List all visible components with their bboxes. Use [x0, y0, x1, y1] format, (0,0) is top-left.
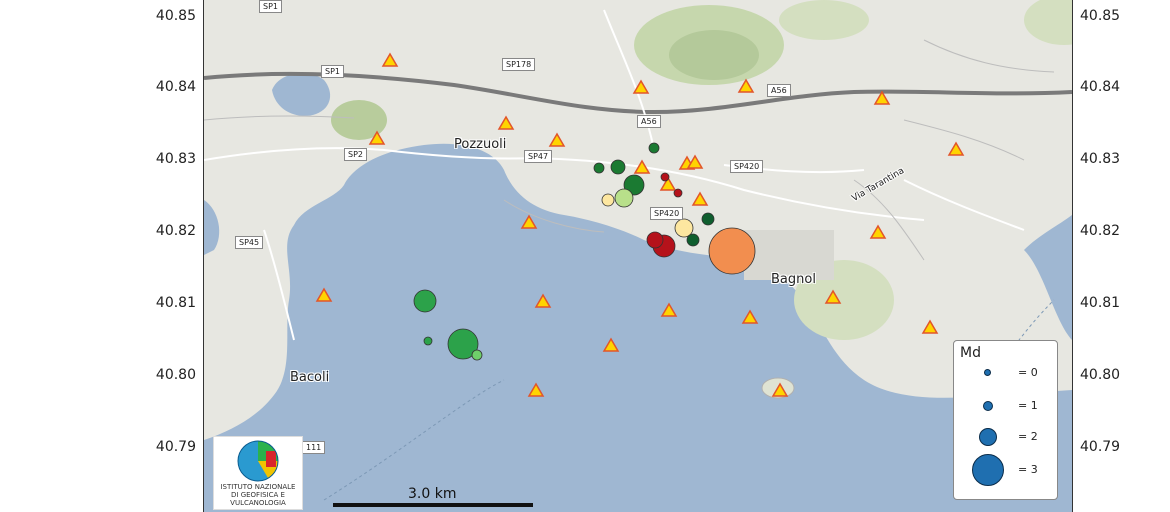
lat-tick-label: 40.84 — [155, 79, 196, 95]
lat-tick-label: 40.79 — [1080, 439, 1121, 455]
earthquake-marker[interactable] — [423, 336, 433, 346]
logo-text: ISTITUTO NAZIONALE DI GEOFISICA E VULCAN… — [220, 483, 296, 507]
legend-marker — [979, 428, 997, 446]
legend-label: = 0 — [1018, 366, 1038, 379]
road-label: SP1 — [259, 0, 282, 13]
place-label-pozzuoli: Pozzuoli — [454, 137, 507, 152]
earthquake-marker[interactable] — [648, 142, 660, 154]
legend-entry: = 3 — [954, 451, 1057, 491]
earthquake-marker[interactable] — [614, 188, 634, 208]
legend-marker — [984, 369, 991, 376]
lat-tick-label: 40.85 — [155, 8, 196, 24]
earthquake-marker[interactable] — [413, 289, 437, 313]
legend-label: = 1 — [1018, 399, 1038, 412]
earthquake-marker[interactable] — [660, 172, 670, 182]
earthquake-marker[interactable] — [646, 231, 664, 249]
legend-marker — [972, 454, 1004, 486]
lat-tick-label: 40.84 — [1080, 79, 1121, 95]
earthquake-marker[interactable] — [673, 188, 683, 198]
earthquake-marker[interactable] — [471, 349, 483, 361]
lat-tick-label: 40.80 — [155, 367, 196, 383]
earthquake-marker[interactable] — [593, 162, 605, 174]
lat-tick-label: 40.80 — [1080, 367, 1121, 383]
legend-entry: = 0 — [954, 363, 1057, 383]
lat-tick-label: 40.82 — [1080, 223, 1121, 239]
legend-title: Md — [960, 345, 981, 361]
earthquake-marker[interactable] — [686, 233, 700, 247]
road-label: SP178 — [502, 58, 536, 71]
earthquake-marker[interactable] — [601, 193, 615, 207]
road-label: SP1 — [321, 65, 344, 78]
map-frame[interactable]: SP1 SP1 SP178 A56 A56 SP47 SP420 SP420 S… — [203, 0, 1073, 512]
road-label: A56 — [637, 115, 661, 128]
earthquake-marker[interactable] — [610, 159, 626, 175]
legend-entry: = 1 — [954, 395, 1057, 415]
legend-entry: = 2 — [954, 425, 1057, 449]
road-label: SP47 — [524, 150, 553, 163]
road-label: SP45 — [235, 236, 264, 249]
scale-label: 3.0 km — [408, 486, 457, 502]
ingv-logo: ISTITUTO NAZIONALE DI GEOFISICA E VULCAN… — [213, 436, 303, 510]
lat-tick-label: 40.83 — [1080, 151, 1121, 167]
place-label-bacoli: Bacoli — [290, 370, 330, 385]
legend-label: = 2 — [1018, 430, 1038, 443]
road-label: A56 — [767, 84, 791, 97]
lat-tick-label: 40.81 — [1080, 295, 1121, 311]
lat-tick-label: 40.82 — [155, 223, 196, 239]
road-label: SP420 — [730, 160, 764, 173]
road-label: SP420 — [650, 207, 684, 220]
legend-marker — [983, 401, 993, 411]
lat-tick-label: 40.85 — [1080, 8, 1121, 24]
earthquake-marker[interactable] — [708, 227, 756, 275]
lat-tick-label: 40.81 — [155, 295, 196, 311]
legend-label: = 3 — [1018, 463, 1038, 476]
place-label-bagnoli: Bagnol — [771, 272, 816, 287]
earthquake-marker[interactable] — [701, 212, 715, 226]
lat-tick-label: 40.79 — [155, 439, 196, 455]
road-label: SP2 — [344, 148, 367, 161]
globe-icon — [237, 440, 279, 482]
scale-bar — [333, 503, 533, 507]
road-label: 111 — [302, 441, 326, 454]
magnitude-legend: Md = 0 = 1 = 2 = 3 — [953, 340, 1058, 500]
lat-tick-label: 40.83 — [155, 151, 196, 167]
